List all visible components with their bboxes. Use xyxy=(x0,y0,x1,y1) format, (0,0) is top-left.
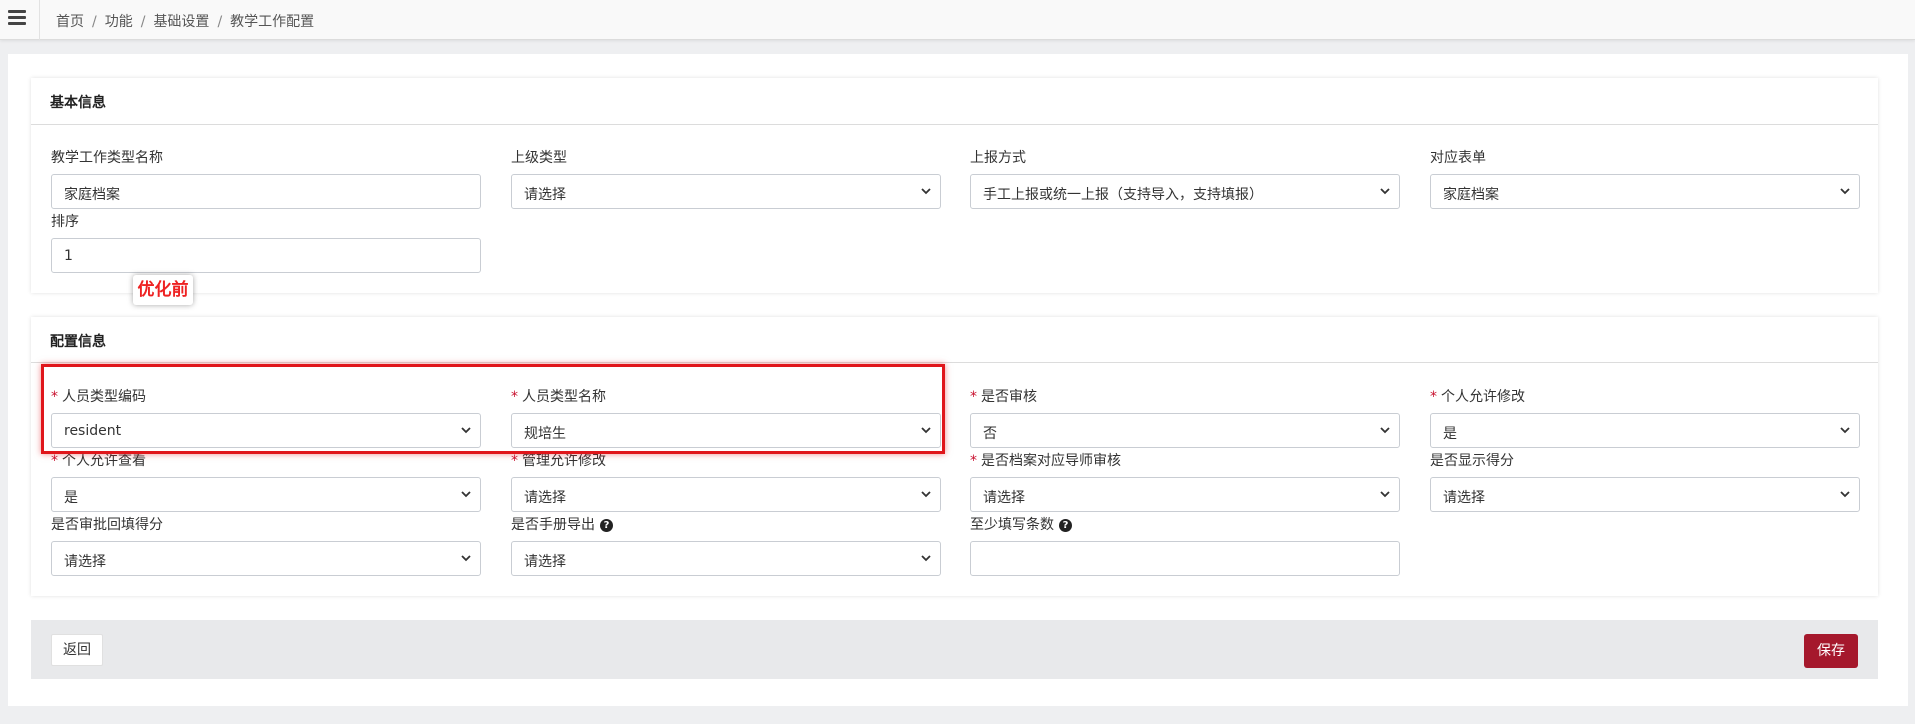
topbar-divider xyxy=(39,0,40,40)
person-type-code-select[interactable]: resident xyxy=(51,413,481,448)
sort-value: 1 xyxy=(64,248,73,264)
parent-type-select[interactable]: 请选择 xyxy=(511,174,941,209)
breadcrumb-current: 教学工作配置 xyxy=(230,14,315,30)
show-score-label: 是否显示得分 xyxy=(1430,453,1514,469)
person-type-name-label: * 人员类型名称 xyxy=(511,386,606,406)
personal-allow-view-label: * 个人允许查看 xyxy=(51,450,146,470)
required-mark: * xyxy=(970,389,977,405)
config-info-title: 配置信息 xyxy=(50,334,106,350)
chevron-down-icon xyxy=(1380,491,1390,498)
personal-allow-edit-select[interactable]: 是 xyxy=(1430,413,1860,448)
manual-export-label: 是否手册导出? xyxy=(511,514,613,534)
chevron-down-icon xyxy=(921,188,931,195)
show-score-value: 请选择 xyxy=(1443,490,1485,506)
person-type-name-label-text: 人员类型名称 xyxy=(522,389,606,405)
review-backfill-score-value: 请选择 xyxy=(64,554,106,570)
need-review-label: * 是否审核 xyxy=(970,386,1037,406)
form-select[interactable]: 家庭档案 xyxy=(1430,174,1860,209)
parent-type-value: 请选择 xyxy=(524,187,566,203)
admin-allow-edit-value: 请选择 xyxy=(524,490,566,506)
chevron-down-icon xyxy=(461,555,471,562)
personal-allow-view-value: 是 xyxy=(64,490,78,506)
help-icon[interactable]: ? xyxy=(1059,519,1072,532)
min-entries-label-text: 至少填写条数 xyxy=(970,517,1054,533)
type-name-input[interactable]: 家庭档案 xyxy=(51,174,481,209)
annotation-label: 优化前 xyxy=(133,275,193,305)
basic-info-header: 基本信息 xyxy=(31,78,1878,125)
need-review-label-text: 是否审核 xyxy=(981,389,1037,405)
personal-allow-edit-label-text: 个人允许修改 xyxy=(1441,389,1525,405)
form-label: 对应表单 xyxy=(1430,150,1486,166)
min-entries-input[interactable] xyxy=(970,541,1400,576)
chevron-down-icon xyxy=(1840,188,1850,195)
chevron-down-icon xyxy=(921,491,931,498)
personal-allow-edit-value: 是 xyxy=(1443,426,1457,442)
breadcrumb: 首页 / 功能 / 基础设置 / 教学工作配置 xyxy=(56,11,314,31)
report-method-select[interactable]: 手工上报或统一上报（支持导入，支持填报） xyxy=(970,174,1400,209)
required-mark: * xyxy=(511,453,518,469)
need-review-select[interactable]: 否 xyxy=(970,413,1400,448)
form-value: 家庭档案 xyxy=(1443,187,1499,203)
required-mark: * xyxy=(51,453,58,469)
type-name-value: 家庭档案 xyxy=(64,187,120,203)
tutor-review-select[interactable]: 请选择 xyxy=(970,477,1400,512)
show-score-select[interactable]: 请选择 xyxy=(1430,477,1860,512)
form-footer: 返回 保存 xyxy=(31,620,1878,679)
personal-allow-view-label-text: 个人允许查看 xyxy=(62,453,146,469)
config-info-header: 配置信息 xyxy=(31,317,1878,363)
chevron-down-icon xyxy=(461,491,471,498)
chevron-down-icon xyxy=(921,427,931,434)
manual-export-select[interactable]: 请选择 xyxy=(511,541,941,576)
manual-export-label-text: 是否手册导出 xyxy=(511,517,595,533)
person-type-name-value: 规培生 xyxy=(524,426,566,442)
breadcrumb-separator: / xyxy=(217,14,223,30)
personal-allow-edit-label: * 个人允许修改 xyxy=(1430,386,1525,406)
review-backfill-score-select[interactable]: 请选择 xyxy=(51,541,481,576)
person-type-name-select[interactable]: 规培生 xyxy=(511,413,941,448)
parent-type-label: 上级类型 xyxy=(511,150,567,166)
admin-allow-edit-label-text: 管理允许修改 xyxy=(522,453,606,469)
chevron-down-icon xyxy=(461,427,471,434)
breadcrumb-separator: / xyxy=(92,14,97,30)
person-type-code-value: resident xyxy=(64,423,122,439)
sort-input[interactable]: 1 xyxy=(51,238,481,273)
report-method-value: 手工上报或统一上报（支持导入，支持填报） xyxy=(983,187,1263,203)
chevron-down-icon xyxy=(1840,427,1850,434)
required-mark: * xyxy=(970,453,977,469)
person-type-code-label: * 人员类型编码 xyxy=(51,386,146,406)
back-button[interactable]: 返回 xyxy=(51,634,103,666)
tutor-review-label: * 是否档案对应导师审核 xyxy=(970,450,1121,470)
top-bar: 首页 / 功能 / 基础设置 / 教学工作配置 xyxy=(0,0,1915,40)
breadcrumb-separator: / xyxy=(140,14,146,30)
required-mark: * xyxy=(1430,389,1437,405)
hamburger-menu-icon[interactable] xyxy=(8,10,26,26)
admin-allow-edit-select[interactable]: 请选择 xyxy=(511,477,941,512)
save-button[interactable]: 保存 xyxy=(1804,634,1858,668)
breadcrumb-function[interactable]: 功能 xyxy=(105,14,133,30)
type-name-label: 教学工作类型名称 xyxy=(51,150,163,166)
personal-allow-view-select[interactable]: 是 xyxy=(51,477,481,512)
manual-export-value: 请选择 xyxy=(524,554,566,570)
sort-label: 排序 xyxy=(51,214,79,230)
admin-allow-edit-label: * 管理允许修改 xyxy=(511,450,606,470)
min-entries-label: 至少填写条数? xyxy=(970,514,1072,534)
report-method-label: 上报方式 xyxy=(970,150,1026,166)
help-icon[interactable]: ? xyxy=(600,519,613,532)
required-mark: * xyxy=(511,389,518,405)
tutor-review-value: 请选择 xyxy=(983,490,1025,506)
need-review-value: 否 xyxy=(983,426,997,442)
chevron-down-icon xyxy=(921,555,931,562)
tutor-review-label-text: 是否档案对应导师审核 xyxy=(981,453,1121,469)
person-type-code-label-text: 人员类型编码 xyxy=(62,389,146,405)
review-backfill-score-label: 是否审批回填得分 xyxy=(51,517,163,533)
chevron-down-icon xyxy=(1380,188,1390,195)
chevron-down-icon xyxy=(1380,427,1390,434)
chevron-down-icon xyxy=(1840,491,1850,498)
basic-info-title: 基本信息 xyxy=(50,95,106,111)
breadcrumb-home[interactable]: 首页 xyxy=(56,14,84,30)
required-mark: * xyxy=(51,389,58,405)
breadcrumb-basic-settings[interactable]: 基础设置 xyxy=(153,14,209,30)
